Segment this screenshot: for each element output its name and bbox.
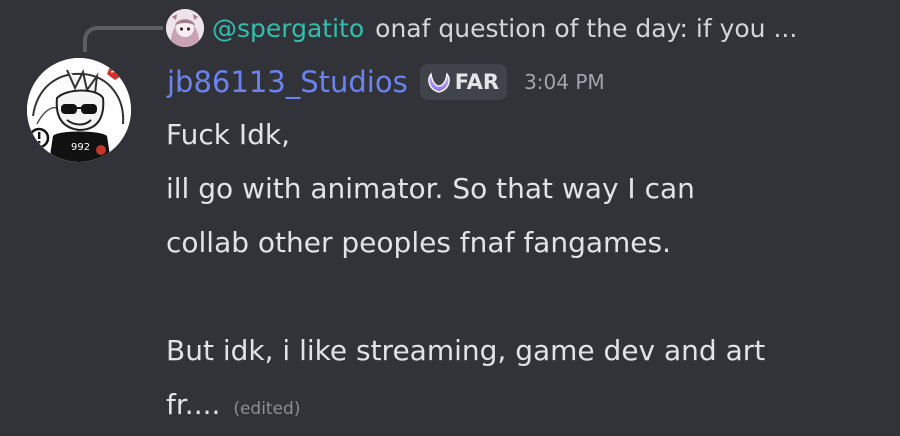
username[interactable]: jb86113_Studios xyxy=(167,65,408,99)
message-line: Fuck Idk, xyxy=(166,118,290,151)
message-line: collab other peoples fnaf fangames. xyxy=(166,226,672,259)
timestamp[interactable]: 3:04 PM xyxy=(524,70,605,94)
message-content: Fuck Idk, ill go with animator. So that … xyxy=(166,108,765,432)
reply-username[interactable]: @spergatito xyxy=(212,14,364,43)
user-avatar[interactable]: 992 xyxy=(27,58,131,162)
guild-tag-badge[interactable]: FAR xyxy=(419,64,508,100)
message-line: ill go with animator. So that way I can xyxy=(166,172,695,205)
svg-text:992: 992 xyxy=(71,142,90,153)
chat-message: @spergatito onaf question of the day: if… xyxy=(0,0,900,421)
guild-tag-icon xyxy=(427,72,450,93)
reply-preview-text[interactable]: onaf question of the day: if you ... xyxy=(375,14,797,43)
message-header: jb86113_Studios FAR 3:04 PM xyxy=(167,60,605,104)
reply-avatar-image xyxy=(166,9,204,47)
edited-label: (edited) xyxy=(233,399,301,419)
message-line-last: fr.... (edited) xyxy=(166,378,765,432)
message-line-text: fr.... xyxy=(166,388,221,421)
avatar-image: 992 xyxy=(27,58,131,162)
reply-spine-icon xyxy=(83,26,163,52)
guild-tag-label: FAR xyxy=(454,70,500,94)
reply-avatar[interactable] xyxy=(166,9,204,47)
reply-reference[interactable]: @spergatito onaf question of the day: if… xyxy=(166,0,797,56)
message-line: But idk, i like streaming, game dev and … xyxy=(166,334,766,367)
